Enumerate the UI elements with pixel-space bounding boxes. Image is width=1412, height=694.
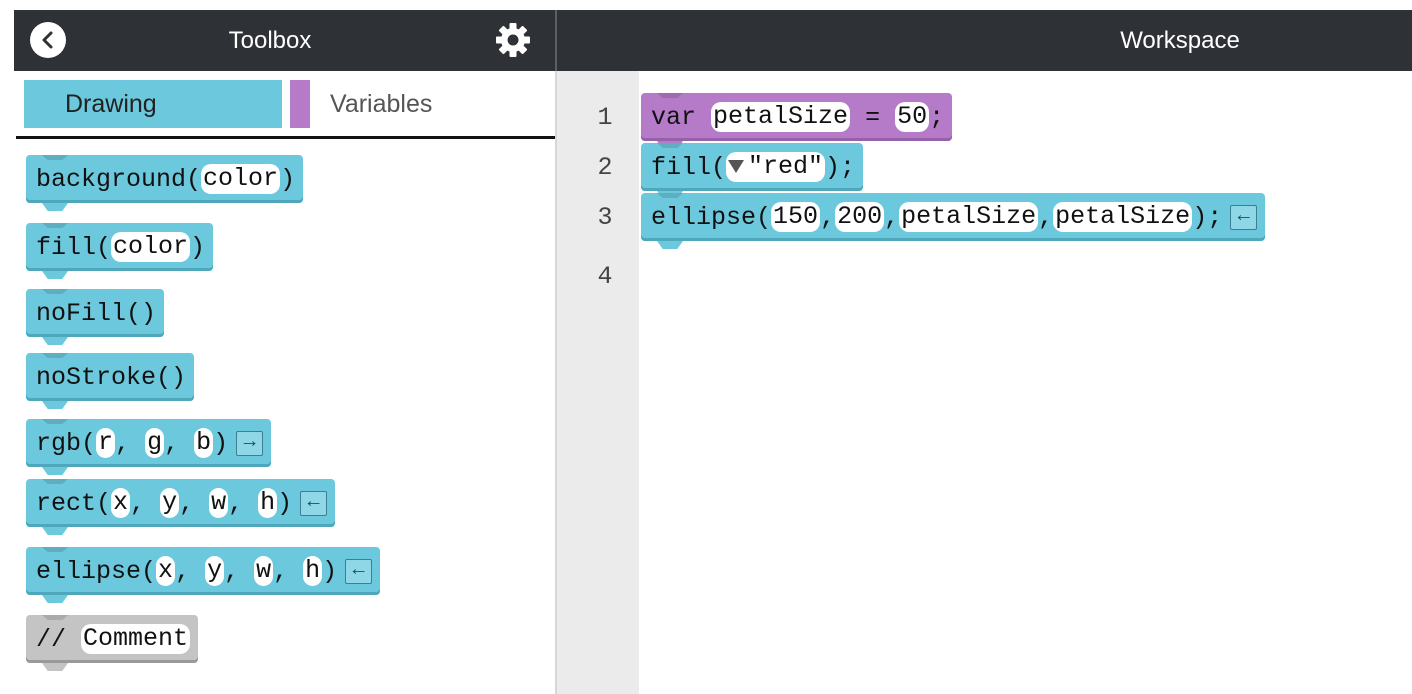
y-slot[interactable]: y xyxy=(160,488,180,518)
ellipse-block[interactable]: ellipse(x, y, w, h) ← xyxy=(26,547,381,595)
y-slot[interactable]: y xyxy=(205,556,225,586)
settings-button[interactable] xyxy=(494,21,532,59)
comma: , xyxy=(115,428,146,458)
w-slot[interactable]: petalSize xyxy=(899,202,1039,232)
comma: , xyxy=(820,202,836,232)
tab-variables[interactable]: Variables xyxy=(330,80,510,128)
nostroke-block[interactable]: noStroke() xyxy=(26,353,195,401)
paren-open: ( xyxy=(756,202,772,232)
comma: , xyxy=(175,556,206,586)
paren-open: ( xyxy=(186,164,202,194)
rgb-block[interactable]: rgb(r, g, b) → xyxy=(26,419,272,467)
tab-drawing[interactable]: Drawing xyxy=(24,80,282,128)
left-margin xyxy=(0,10,14,694)
block-name: background xyxy=(36,164,187,194)
h-slot[interactable]: h xyxy=(303,556,323,586)
paren-open: ( xyxy=(81,428,97,458)
color-slot[interactable]: color xyxy=(111,232,191,262)
paren-open: ( xyxy=(96,232,112,262)
comma: , xyxy=(228,488,259,518)
top-strip xyxy=(0,0,1412,10)
color-value: "red" xyxy=(748,152,824,181)
g-slot[interactable]: g xyxy=(145,428,165,458)
fill-statement-block[interactable]: fill( "red"); xyxy=(641,143,864,191)
h-slot[interactable]: petalSize xyxy=(1053,202,1193,232)
paren-close: ); xyxy=(825,152,856,182)
block-name: fill xyxy=(36,232,97,262)
comment-prefix: // xyxy=(36,624,67,654)
rect-block[interactable]: rect(x, y, w, h) ← xyxy=(26,479,336,527)
header-divider xyxy=(555,10,557,71)
ellipse-statement-block[interactable]: ellipse(150, 200, petalSize, petalSize); ← xyxy=(641,193,1266,241)
x-slot[interactable]: x xyxy=(156,556,176,586)
comma: , xyxy=(1038,202,1054,232)
tab-variables-swatch[interactable] xyxy=(290,80,310,128)
tab-underline xyxy=(16,136,555,139)
block-name: rect xyxy=(36,488,97,518)
color-slot[interactable]: color xyxy=(201,164,281,194)
line-number: 2 xyxy=(597,153,613,182)
color-dropdown[interactable]: "red" xyxy=(726,152,826,182)
paren-close: ); xyxy=(1192,202,1223,232)
x-slot[interactable]: x xyxy=(111,488,131,518)
comma: , xyxy=(164,428,195,458)
paren-open: ( xyxy=(96,488,112,518)
paren-open: ( xyxy=(141,556,157,586)
back-arrow-icon xyxy=(42,31,53,49)
comma: , xyxy=(224,556,255,586)
line-number: 3 xyxy=(597,203,613,232)
var-declaration-block[interactable]: var petalSize = 50; xyxy=(641,93,953,141)
collapse-left-arrow-icon[interactable]: ← xyxy=(1230,204,1258,230)
fill-block[interactable]: fill(color) xyxy=(26,223,214,271)
paren-open: ( xyxy=(711,152,727,182)
expand-right-arrow-icon[interactable]: → xyxy=(236,430,264,456)
r-slot[interactable]: r xyxy=(96,428,116,458)
x-slot[interactable]: 150 xyxy=(771,202,821,232)
comment-block[interactable]: // Comment xyxy=(26,615,199,663)
comma: , xyxy=(884,202,900,232)
w-slot[interactable]: w xyxy=(254,556,274,586)
variable-name-slot[interactable]: petalSize xyxy=(711,102,851,132)
block-name: noStroke() xyxy=(36,362,187,392)
comment-spacer xyxy=(66,625,81,654)
semicolon: ; xyxy=(929,102,945,132)
toolbox-title: Toolbox xyxy=(228,27,312,54)
paren-close: ) xyxy=(213,428,229,458)
h-slot[interactable]: h xyxy=(258,488,278,518)
comma: , xyxy=(130,488,161,518)
block-name: ellipse xyxy=(36,556,142,586)
line-number: 1 xyxy=(597,103,613,132)
comment-text[interactable]: Comment xyxy=(81,624,191,654)
back-button[interactable] xyxy=(30,22,66,58)
comma: , xyxy=(179,488,210,518)
collapse-left-arrow-icon[interactable]: ← xyxy=(300,490,328,516)
paren-close: ) xyxy=(280,164,296,194)
gear-icon xyxy=(496,23,530,57)
block-name: fill xyxy=(651,152,712,182)
paren-close: ) xyxy=(190,232,206,262)
workspace-title: Workspace xyxy=(1120,27,1240,54)
paren-close: ) xyxy=(322,556,338,586)
block-name: rgb xyxy=(36,428,82,458)
y-slot[interactable]: 200 xyxy=(835,202,885,232)
b-slot[interactable]: b xyxy=(194,428,214,458)
block-name: ellipse xyxy=(651,202,757,232)
collapse-left-arrow-icon[interactable]: ← xyxy=(345,558,373,584)
dropdown-triangle-icon xyxy=(728,159,745,173)
equals-sign: = xyxy=(865,102,881,132)
block-name: noFill() xyxy=(36,298,157,328)
w-slot[interactable]: w xyxy=(209,488,229,518)
comma: , xyxy=(273,556,304,586)
var-keyword: var xyxy=(651,102,697,132)
line-number: 4 xyxy=(597,262,613,291)
value-slot[interactable]: 50 xyxy=(895,102,930,132)
paren-close: ) xyxy=(277,488,293,518)
nofill-block[interactable]: noFill() xyxy=(26,289,165,337)
background-block[interactable]: background(color) xyxy=(26,155,304,203)
